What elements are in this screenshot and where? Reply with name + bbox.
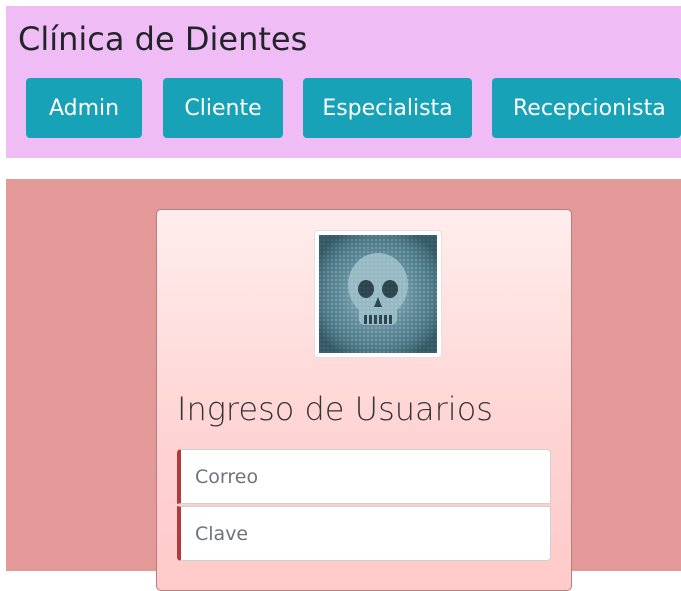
skull-avatar-image <box>319 235 437 353</box>
header-bar: Clínica de Dientes Admin Cliente Especia… <box>6 6 681 158</box>
nav-recepcionista-button[interactable]: Recepcionista <box>492 78 681 138</box>
login-card: Ingreso de Usuarios <box>156 209 572 591</box>
password-field[interactable] <box>177 506 551 561</box>
nav-admin-button[interactable]: Admin <box>26 78 142 138</box>
main-content: Ingreso de Usuarios <box>6 179 681 591</box>
brand-title: Clínica de Dientes <box>18 20 308 58</box>
avatar <box>314 230 442 358</box>
nav-especialista-button[interactable]: Especialista <box>303 78 472 138</box>
email-field[interactable] <box>177 449 551 504</box>
nav-cliente-button[interactable]: Cliente <box>163 78 283 138</box>
login-title: Ingreso de Usuarios <box>177 390 493 428</box>
